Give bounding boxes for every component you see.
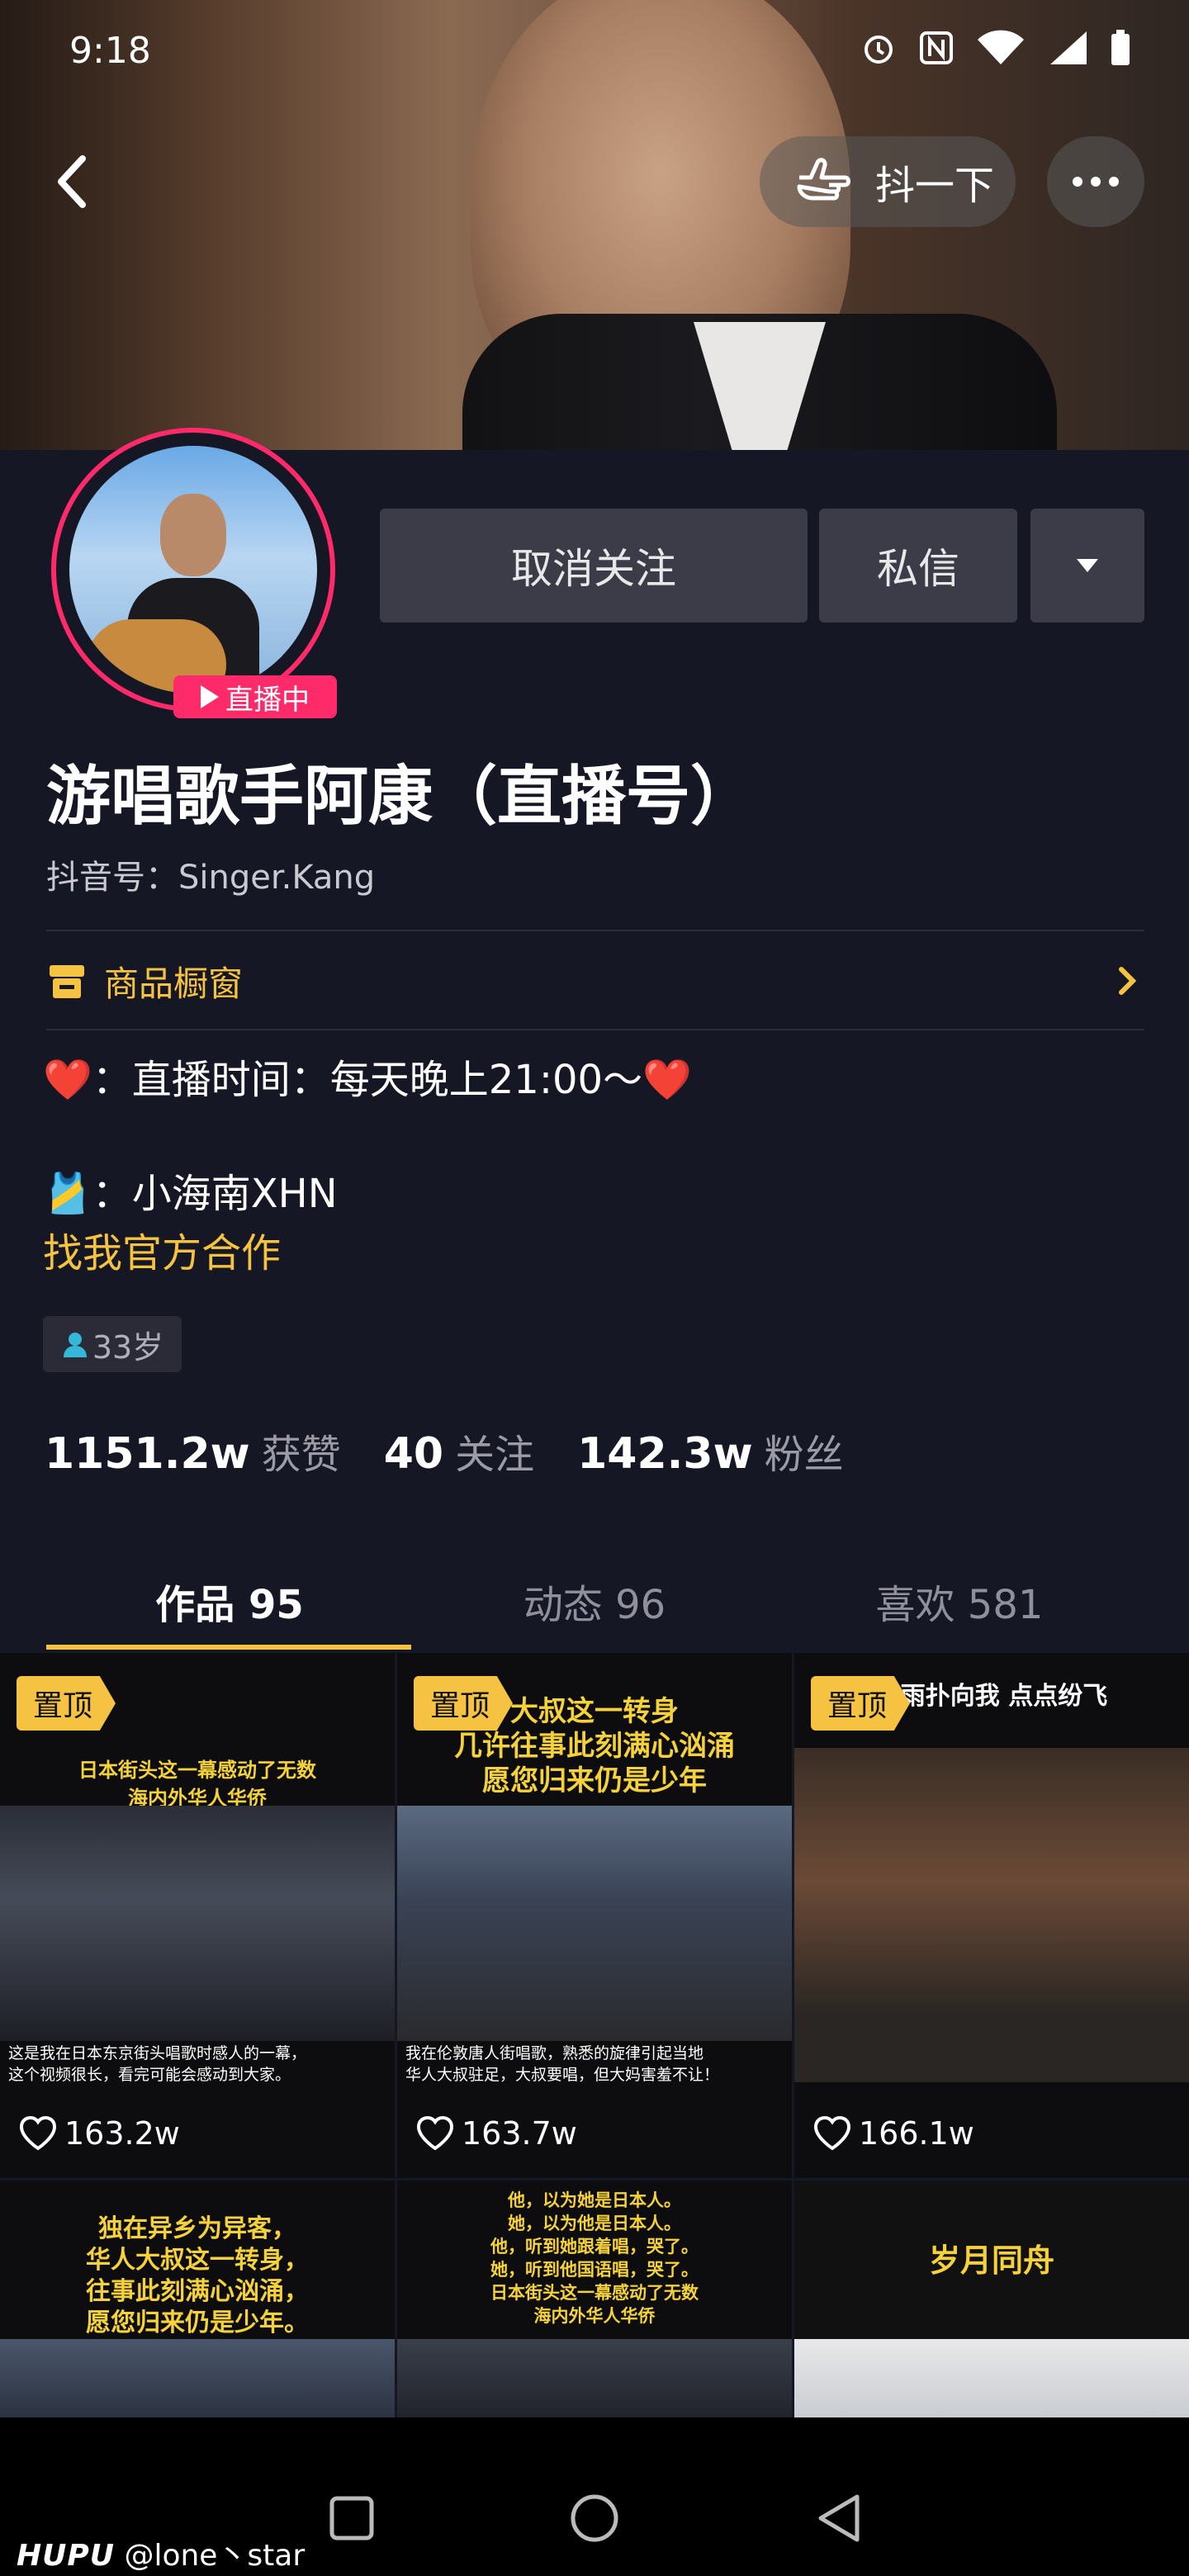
pinned-badge: 置顶	[811, 1676, 910, 1731]
status-bar: 9:18	[0, 0, 1189, 107]
recents-icon[interactable]	[327, 2493, 377, 2543]
person-icon	[63, 1333, 87, 1357]
heart-icon	[813, 2115, 851, 2151]
chevron-right-icon	[1119, 967, 1137, 995]
dropdown-button[interactable]	[1030, 509, 1144, 623]
signal-icon	[1050, 31, 1087, 64]
heart-icon	[416, 2115, 454, 2151]
battery-icon	[1111, 30, 1130, 65]
status-time: 9:18	[69, 30, 151, 72]
back-nav-icon[interactable]	[814, 2492, 864, 2545]
video-thumbnail[interactable]: 他，以为她是日本人。 她，以为他是日本人。 他，听到她跟着唱，哭了。 她，听到他…	[397, 2181, 792, 2420]
pinned-badge: 置顶	[414, 1676, 513, 1731]
video-likes: 163.7w	[415, 2115, 577, 2152]
cooperation-link[interactable]: 找我官方合作	[43, 1220, 281, 1278]
alarm-icon	[865, 36, 893, 64]
likes-label: 获赞	[261, 1432, 341, 1478]
shop-window-label: 商品橱窗	[104, 963, 244, 1004]
profile-stats: 1151.2w 获赞 40 关注 142.3w 粉丝	[45, 1422, 887, 1480]
play-icon	[201, 685, 219, 708]
video-likes: 163.2w	[18, 2115, 180, 2152]
unfollow-button[interactable]: 取消关注	[380, 509, 808, 623]
nfc-icon	[920, 31, 953, 64]
profile-name: 游唱歌手阿康（直播号）	[46, 760, 756, 834]
tab-indicator	[46, 1645, 411, 1650]
wifi-icon	[978, 30, 1024, 64]
home-icon[interactable]	[568, 2492, 621, 2545]
video-thumbnail[interactable]: 冷雨扑向我 点点纷飞 置顶 166.1w	[794, 1653, 1189, 2178]
shake-button[interactable]: 抖一下	[760, 136, 1016, 227]
likes-count: 1151.2w	[45, 1429, 250, 1479]
more-options-button[interactable]	[1047, 136, 1144, 227]
followers-count[interactable]: 142.3w	[577, 1429, 753, 1479]
age-tag: 33岁	[43, 1316, 182, 1372]
douyin-id: 抖音号：Singer.Kang	[46, 859, 376, 897]
content-tabs: 作品 95 动态 96 喜欢 581	[0, 1552, 1189, 1651]
live-badge[interactable]: 直播中	[173, 675, 337, 718]
tab-posts[interactable]: 动态 96	[413, 1572, 776, 1630]
message-button[interactable]: 私信	[819, 509, 1017, 623]
video-thumbnail[interactable]: 大叔这一转身 几许往事此刻满心汹涌 愿您归来仍是少年 我在伦敦唐人街唱歌，熟悉的…	[397, 1653, 792, 2178]
shake-label: 抖一下	[875, 163, 995, 209]
bio-line: 🎽：小海南XHN	[43, 1171, 338, 1217]
divider	[46, 1029, 1144, 1030]
bio-line: ❤️：直播时间：每天晚上21:00～❤️	[43, 1057, 692, 1103]
pinned-badge: 置顶	[17, 1676, 116, 1731]
following-label[interactable]: 关注	[455, 1422, 534, 1480]
shop-window-row[interactable]: 商品橱窗	[46, 931, 1144, 1030]
tab-works[interactable]: 作品 95	[48, 1572, 411, 1630]
video-thumbnail[interactable]: 日本街头这一幕感动了无数 海内外华人华侨 这是我在日本东京街头唱歌时感人的一幕，…	[0, 1653, 395, 2178]
watermark: HUPU @lone丶star	[17, 2539, 306, 2573]
video-likes: 166.1w	[812, 2115, 974, 2152]
caret-down-icon	[1077, 559, 1098, 572]
video-thumbnail[interactable]: 岁月同舟	[794, 2181, 1189, 2420]
avatar[interactable]	[51, 428, 335, 712]
following-count[interactable]: 40	[384, 1429, 443, 1479]
shop-icon	[50, 965, 84, 998]
tab-likes[interactable]: 喜欢 581	[778, 1572, 1141, 1630]
back-icon[interactable]	[50, 149, 99, 215]
video-thumbnail[interactable]: 独在异乡为异客， 华人大叔这一转身， 往事此刻满心汹涌， 愿您归来仍是少年。	[0, 2181, 395, 2420]
hand-point-icon	[797, 158, 850, 201]
heart-icon	[19, 2115, 57, 2151]
followers-label[interactable]: 粉丝	[765, 1422, 844, 1480]
